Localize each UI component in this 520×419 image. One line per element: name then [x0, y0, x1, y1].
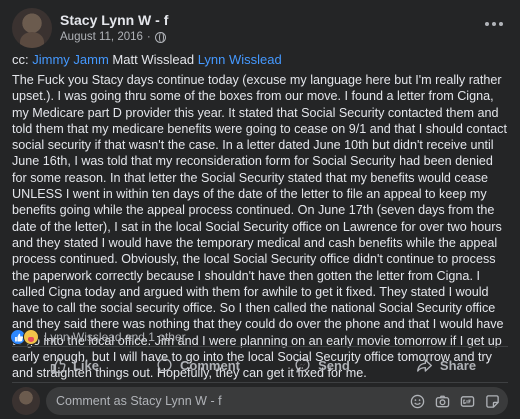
dot-icon — [492, 22, 496, 26]
meta-separator: · — [146, 31, 151, 43]
post-date[interactable]: August 11, 2016 — [60, 31, 143, 43]
like-label: Like — [72, 357, 99, 373]
send-button[interactable]: Send — [260, 349, 384, 381]
reactions-summary[interactable]: Lynn Wisslead and 1 other — [10, 329, 186, 345]
tag-jimmy-jamm[interactable]: Jimmy Jamm — [32, 52, 109, 67]
care-icon — [23, 329, 39, 345]
dot-icon — [485, 22, 489, 26]
commenter-avatar[interactable] — [12, 387, 40, 415]
sticker-icon[interactable] — [484, 393, 500, 409]
send-label: Send — [318, 357, 350, 373]
post-meta: August 11, 2016 · — [60, 31, 166, 43]
tag-lynn-wisslead[interactable]: Lynn Wisslead — [198, 52, 282, 67]
like-icon — [50, 357, 66, 373]
cc-label: cc: — [12, 52, 29, 67]
share-button[interactable]: Share — [384, 349, 508, 381]
comment-tools — [409, 393, 500, 409]
dot-icon — [499, 22, 503, 26]
like-button[interactable]: Like — [12, 349, 136, 381]
post-header: Stacy Lynn W - f August 11, 2016 · — [12, 8, 508, 48]
cc-line: cc: Jimmy Jamm Matt Wisslead Lynn Wissle… — [12, 52, 282, 67]
share-icon — [416, 358, 432, 372]
comment-button[interactable]: Comment — [136, 349, 260, 381]
emoji-icon[interactable] — [409, 393, 425, 409]
divider — [12, 346, 508, 347]
globe-icon — [154, 31, 166, 43]
camera-icon[interactable] — [434, 393, 450, 409]
comment-placeholder: Comment as Stacy Lynn W - f — [56, 394, 222, 408]
gif-icon[interactable] — [459, 393, 475, 409]
comment-icon — [157, 357, 172, 373]
reaction-names[interactable]: Lynn Wisslead and 1 other — [44, 330, 186, 344]
comment-bar: Comment as Stacy Lynn W - f — [12, 387, 508, 415]
divider — [12, 382, 508, 383]
share-label: Share — [439, 357, 477, 373]
facebook-post: Stacy Lynn W - f August 11, 2016 · cc: J… — [0, 0, 520, 419]
tag-matt-wisslead: Matt Wisslead — [112, 52, 195, 67]
more-options-button[interactable] — [482, 14, 506, 34]
author-avatar[interactable] — [12, 8, 52, 48]
action-bar: Like Comment Send Share — [12, 349, 508, 381]
comment-input[interactable]: Comment as Stacy Lynn W - f — [46, 387, 508, 415]
author-name[interactable]: Stacy Lynn W - f — [60, 12, 168, 28]
send-icon — [295, 357, 310, 373]
comment-label: Comment — [180, 357, 240, 373]
